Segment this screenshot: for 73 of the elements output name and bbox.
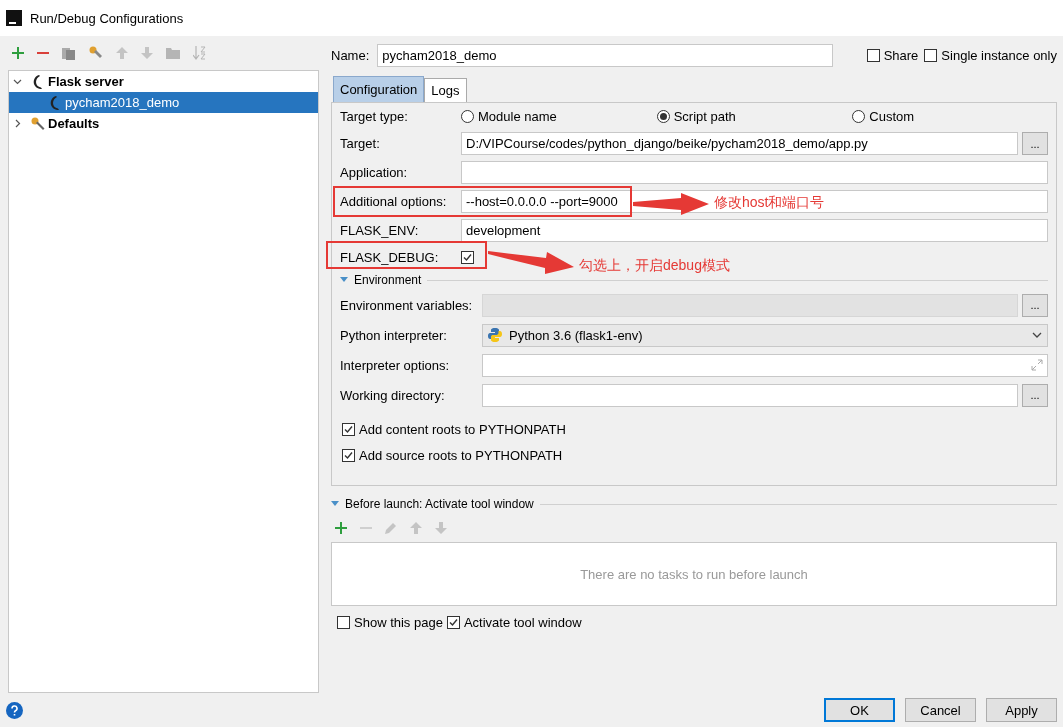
field-label: Working directory: [340, 387, 446, 403]
sort-icon[interactable] [193, 46, 207, 60]
section-header: Environment [354, 273, 422, 287]
checkbox-label: Add source roots to PYTHONPATH [359, 447, 563, 463]
text-field[interactable]: D:/VIPCourse/codes/python_django/beike/pycham2018_demo/app.py [461, 132, 1018, 155]
python-logo-icon [487, 327, 503, 343]
annotation-text: 勾选上，开启debug模式 [579, 257, 730, 275]
field-label: Interpreter options: [340, 357, 451, 373]
checkbox[interactable] [342, 448, 355, 462]
radio-label: Script path [673, 109, 736, 124]
add-icon[interactable] [12, 47, 24, 59]
field-label: Target type: [340, 109, 409, 124]
collapse-caret-icon[interactable] [13, 119, 22, 128]
checkbox-label: Activate tool window [463, 614, 582, 630]
checkbox[interactable] [866, 48, 880, 62]
tab[interactable]: Logs [424, 78, 467, 102]
text-field[interactable]: development [461, 219, 1048, 242]
empty-message: There are no tasks to run before launch [580, 566, 808, 582]
field-label: FLASK_DEBUG: [340, 250, 440, 265]
field-label: Python interpreter: [340, 327, 448, 343]
browse-button[interactable]: ... [1022, 132, 1048, 155]
expanded-triangle-icon[interactable] [340, 276, 348, 284]
tree-item[interactable]: Defaults [9, 113, 318, 134]
field-label: FLASK_ENV: [340, 223, 420, 238]
field-label: Application: [340, 165, 409, 180]
wrench-icon[interactable] [89, 46, 103, 60]
browse-button[interactable]: ... [1022, 383, 1048, 407]
checkbox[interactable] [342, 422, 355, 436]
arrow-down-icon[interactable] [141, 47, 153, 59]
pencil-icon[interactable] [385, 522, 397, 534]
radio-button[interactable] [656, 110, 670, 123]
text-field[interactable] [461, 161, 1048, 184]
app-logo-icon [6, 10, 22, 26]
wrench-icon [30, 115, 46, 132]
dialog-button[interactable]: OK [824, 698, 895, 722]
tree-item[interactable]: pycham2018_demo [9, 92, 318, 113]
arrow-up-icon[interactable] [410, 522, 422, 534]
interpreter-dropdown[interactable]: Python 3.6 (flask1-env) [482, 323, 1048, 347]
checkbox[interactable] [446, 615, 460, 629]
copy-icon[interactable] [62, 46, 76, 60]
radio-label: Custom [869, 109, 915, 124]
field-label: Target: [340, 136, 381, 151]
expand-icon[interactable] [1031, 359, 1043, 371]
radio-button[interactable] [461, 110, 474, 123]
field-label: Name: [331, 47, 370, 63]
arrow-down-icon[interactable] [435, 522, 447, 534]
name-field[interactable]: pycham2018_demo [377, 43, 834, 67]
expand-caret-icon[interactable] [13, 77, 22, 86]
dialog-button[interactable]: Cancel [905, 698, 976, 722]
radio-label: Module name [478, 109, 557, 124]
arrow-up-icon[interactable] [116, 47, 128, 59]
checkbox[interactable] [337, 615, 350, 629]
text-field[interactable] [482, 383, 1018, 407]
text-field[interactable] [482, 353, 1048, 377]
checkbox-label: Show this page [354, 614, 443, 630]
checkbox-label: Share [883, 47, 919, 63]
annotation-text: 修改host和端口号 [714, 194, 825, 212]
field-label: Additional options: [340, 194, 448, 209]
expanded-triangle-icon[interactable] [331, 500, 339, 508]
checkbox-label: Add content roots to PYTHONPATH [359, 421, 566, 437]
section-header: Before launch: Activate tool window [345, 497, 534, 511]
folder-icon[interactable] [166, 47, 180, 59]
dialog-button[interactable]: Apply [986, 698, 1057, 722]
checkbox[interactable] [461, 251, 474, 264]
tree-item[interactable]: Flask server [9, 71, 318, 92]
radio-button[interactable] [852, 110, 866, 123]
window-title: Run/Debug Configurations [30, 10, 184, 26]
add-icon[interactable] [335, 522, 347, 534]
checkbox[interactable] [924, 48, 938, 62]
field-label: Environment variables: [340, 297, 474, 313]
tab[interactable]: Configuration [333, 76, 425, 102]
help-icon[interactable] [6, 701, 23, 719]
checkbox-label: Single instance only [941, 47, 1057, 63]
